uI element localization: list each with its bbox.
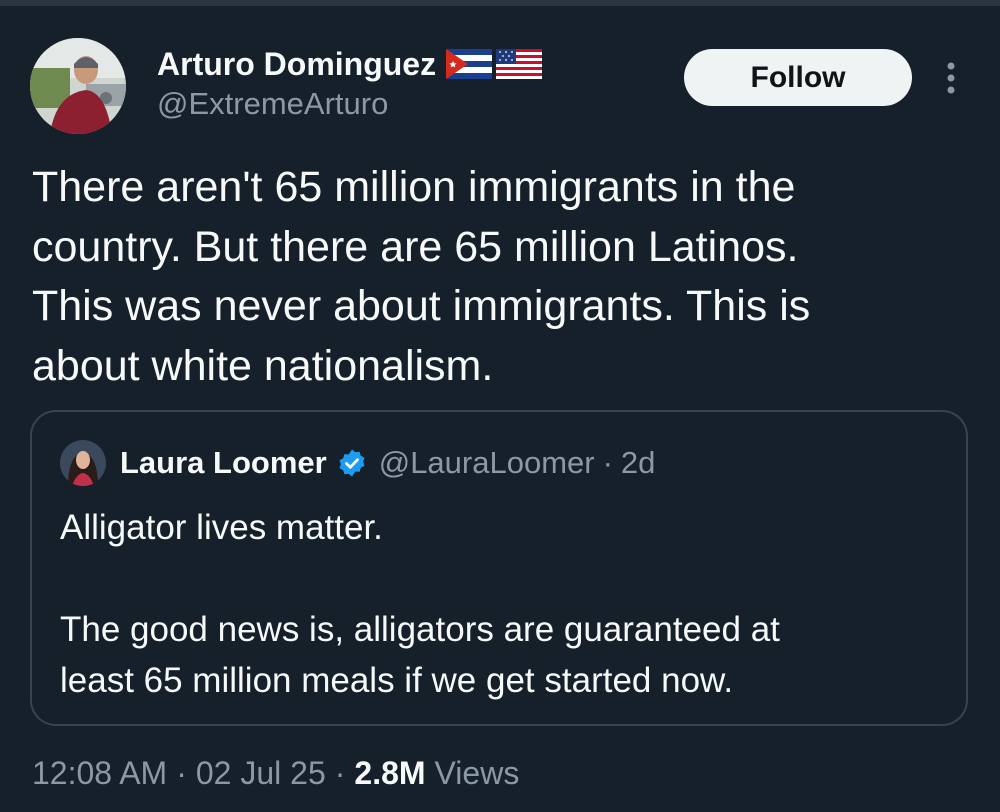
verified-badge-icon	[337, 448, 367, 478]
quoted-author-avatar[interactable]	[60, 440, 106, 486]
more-vertical-icon	[947, 62, 955, 94]
meta-separator: ·	[176, 754, 187, 791]
quoted-timestamp[interactable]: 2d	[621, 445, 655, 481]
meta-separator: ·	[334, 754, 346, 791]
quoted-author-handle[interactable]: @LauraLoomer	[379, 445, 595, 481]
top-divider	[0, 0, 1000, 6]
tweet-meta: 12:08 AM · 02 Jul 25 · 2.8M Views	[32, 750, 519, 796]
tweet-text: There aren't 65 million immigrants in th…	[32, 163, 811, 390]
quoted-tweet-header: Laura Loomer @LauraLoomer · 2d	[60, 440, 655, 486]
author-handle[interactable]: @ExtremeArturo	[157, 86, 388, 122]
more-options-button[interactable]	[936, 58, 966, 98]
quoted-separator: ·	[602, 445, 613, 480]
tweet-time[interactable]: 12:08 AM	[32, 755, 167, 792]
views-count: 2.8M	[354, 754, 426, 791]
tweet-date[interactable]: 02 Jul 25	[196, 755, 326, 792]
quoted-author-name[interactable]: Laura Loomer	[120, 445, 327, 481]
author-name-row: Arturo Dominguez	[157, 42, 543, 86]
quoted-tweet-text: Alligator lives matter. The good news is…	[60, 508, 780, 700]
usa-flag-icon	[496, 48, 543, 80]
follow-button[interactable]: Follow	[684, 49, 912, 106]
author-display-name[interactable]: Arturo Dominguez	[157, 46, 436, 83]
views-label: Views	[434, 754, 520, 791]
cuba-flag-icon	[446, 48, 493, 80]
quoted-tweet-card[interactable]: Laura Loomer @LauraLoomer · 2d Alligator…	[30, 410, 968, 726]
author-avatar[interactable]	[30, 38, 126, 134]
